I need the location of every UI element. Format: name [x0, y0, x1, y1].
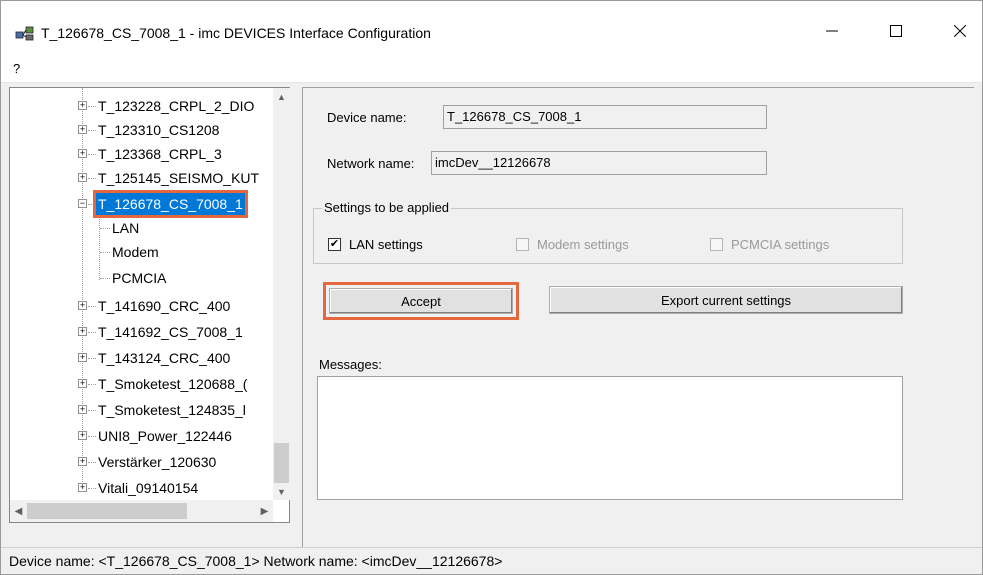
accept-button[interactable]: Accept	[323, 282, 519, 320]
tree-item[interactable]: + T_123368_CRPL_3	[10, 142, 273, 166]
tree-item[interactable]: + T_123310_CS1208	[10, 118, 273, 142]
tree-vertical-scrollbar[interactable]: ▲ ▼	[273, 88, 290, 500]
tree-item-label[interactable]: T_141692_CS_7008_1	[96, 320, 245, 344]
lan-settings-checkbox[interactable]: ✔ LAN settings	[328, 235, 423, 253]
scroll-right-icon[interactable]: ▶	[256, 500, 273, 522]
checkbox-label: Modem settings	[537, 236, 629, 252]
expand-icon[interactable]: +	[78, 301, 87, 310]
checkbox-icon	[710, 237, 723, 251]
close-button[interactable]	[937, 15, 983, 47]
device-name-label: Device name:	[327, 110, 407, 125]
settings-group: Settings to be applied ✔ LAN settings Mo…	[313, 200, 903, 264]
device-details-panel: Device name: T_126678_CS_7008_1 Network …	[302, 87, 974, 547]
tree-content: + T_123228_CRPL_2_DIO + T_123310_CS1208 …	[10, 88, 273, 500]
expand-icon[interactable]: +	[78, 327, 87, 336]
checkbox-checked-icon: ✔	[328, 237, 341, 251]
tree-item-label[interactable]: LAN	[110, 216, 141, 240]
tree-item-label[interactable]: T_Smoketest_120688_(	[96, 372, 249, 396]
tree-item-label[interactable]: T_125145_SEISMO_KUT	[96, 166, 261, 190]
tree-item[interactable]: + T_125145_SEISMO_KUT	[10, 166, 273, 190]
tree-item-label[interactable]: Verstärker_120630	[96, 450, 218, 474]
minimize-icon	[826, 30, 838, 32]
tree-item-label[interactable]: T_143124_CRC_400	[96, 346, 232, 370]
tree-item-label[interactable]: T_141690_CRC_400	[96, 294, 232, 318]
tree-item-label[interactable]: T_123310_CS1208	[96, 118, 221, 142]
checkbox-label: PCMCIA settings	[731, 236, 830, 252]
scroll-up-icon[interactable]: ▲	[273, 88, 290, 105]
expand-icon[interactable]: +	[78, 405, 87, 414]
scroll-thumb[interactable]	[274, 443, 289, 483]
maximize-icon	[890, 25, 902, 37]
checkbox-label: LAN settings	[349, 236, 423, 252]
tree-item[interactable]: + UNI8_Power_122446	[10, 424, 273, 448]
settings-group-title: Settings to be applied	[322, 200, 452, 215]
checkbox-icon	[516, 237, 529, 251]
status-bar: Device name: <T_126678_CS_7008_1> Networ…	[1, 547, 982, 574]
expand-icon[interactable]: +	[78, 173, 87, 182]
tree-item[interactable]: + T_141692_CS_7008_1	[10, 320, 273, 344]
tree-child-item[interactable]: PCMCIA	[10, 266, 273, 290]
tree-item[interactable]: + T_Smoketest_120688_(	[10, 372, 273, 396]
device-name-field[interactable]: T_126678_CS_7008_1	[443, 105, 767, 129]
tree-child-item[interactable]: Modem	[10, 240, 273, 264]
maximize-button[interactable]	[873, 15, 919, 47]
tree-child-item[interactable]: LAN	[10, 216, 273, 240]
expand-icon[interactable]: +	[78, 125, 87, 134]
tree-item[interactable]: + T_141690_CRC_400	[10, 294, 273, 318]
close-icon	[954, 25, 966, 37]
expand-icon[interactable]: +	[78, 483, 87, 492]
tree-item-label[interactable]: UNI8_Power_122446	[96, 424, 234, 448]
scroll-thumb[interactable]	[27, 503, 187, 519]
expand-icon[interactable]: +	[78, 431, 87, 440]
expand-icon[interactable]: +	[78, 457, 87, 466]
collapse-icon[interactable]: −	[78, 199, 87, 208]
device-tree[interactable]: + T_123228_CRPL_2_DIO + T_123310_CS1208 …	[9, 87, 290, 523]
tree-item-label[interactable]: T_123368_CRPL_3	[96, 142, 224, 166]
minimize-button[interactable]	[809, 15, 855, 47]
expand-icon[interactable]: +	[78, 353, 87, 362]
pcmcia-settings-checkbox: PCMCIA settings	[710, 235, 829, 253]
tree-item[interactable]: + T_Smoketest_124835_l	[10, 398, 273, 422]
main-window: T_126678_CS_7008_1 - imc DEVICES Interfa…	[0, 0, 983, 575]
scroll-down-icon[interactable]: ▼	[273, 483, 290, 500]
menu-help[interactable]: ?	[11, 61, 22, 76]
modem-settings-checkbox: Modem settings	[516, 235, 629, 253]
network-name-label: Network name:	[327, 156, 415, 171]
title-bar: T_126678_CS_7008_1 - imc DEVICES Interfa…	[1, 1, 982, 57]
tree-item-selected[interactable]: − T_126678_CS_7008_1	[10, 190, 273, 218]
network-devices-icon	[15, 25, 35, 41]
tree-item[interactable]: + T_143124_CRC_400	[10, 346, 273, 370]
expand-icon[interactable]: +	[78, 149, 87, 158]
tree-horizontal-scrollbar[interactable]: ◀ ▶	[10, 500, 273, 522]
expand-icon[interactable]: +	[78, 379, 87, 388]
export-current-settings-button[interactable]: Export current settings	[549, 286, 903, 314]
tree-item-label[interactable]: T_126678_CS_7008_1	[93, 190, 248, 218]
scroll-left-icon[interactable]: ◀	[10, 500, 27, 522]
tree-item-label[interactable]: T_123228_CRPL_2_DIO	[96, 94, 256, 118]
expand-icon[interactable]: +	[78, 101, 87, 110]
window-title: T_126678_CS_7008_1 - imc DEVICES Interfa…	[41, 25, 431, 41]
tree-item[interactable]: + Vitali_09140154	[10, 476, 273, 500]
tree-item[interactable]: + Verstärker_120630	[10, 450, 273, 474]
tree-item-label[interactable]: Modem	[110, 240, 161, 264]
messages-area[interactable]	[317, 376, 903, 500]
tree-item[interactable]: + T_123228_CRPL_2_DIO	[10, 94, 273, 118]
network-name-field[interactable]: imcDev__12126678	[431, 151, 767, 175]
messages-label: Messages:	[319, 357, 382, 372]
tree-item-label[interactable]: Vitali_09140154	[96, 476, 200, 500]
menu-bar: ?	[1, 57, 982, 83]
tree-item-label[interactable]: T_Smoketest_124835_l	[96, 398, 248, 422]
tree-item-label[interactable]: PCMCIA	[110, 266, 168, 290]
